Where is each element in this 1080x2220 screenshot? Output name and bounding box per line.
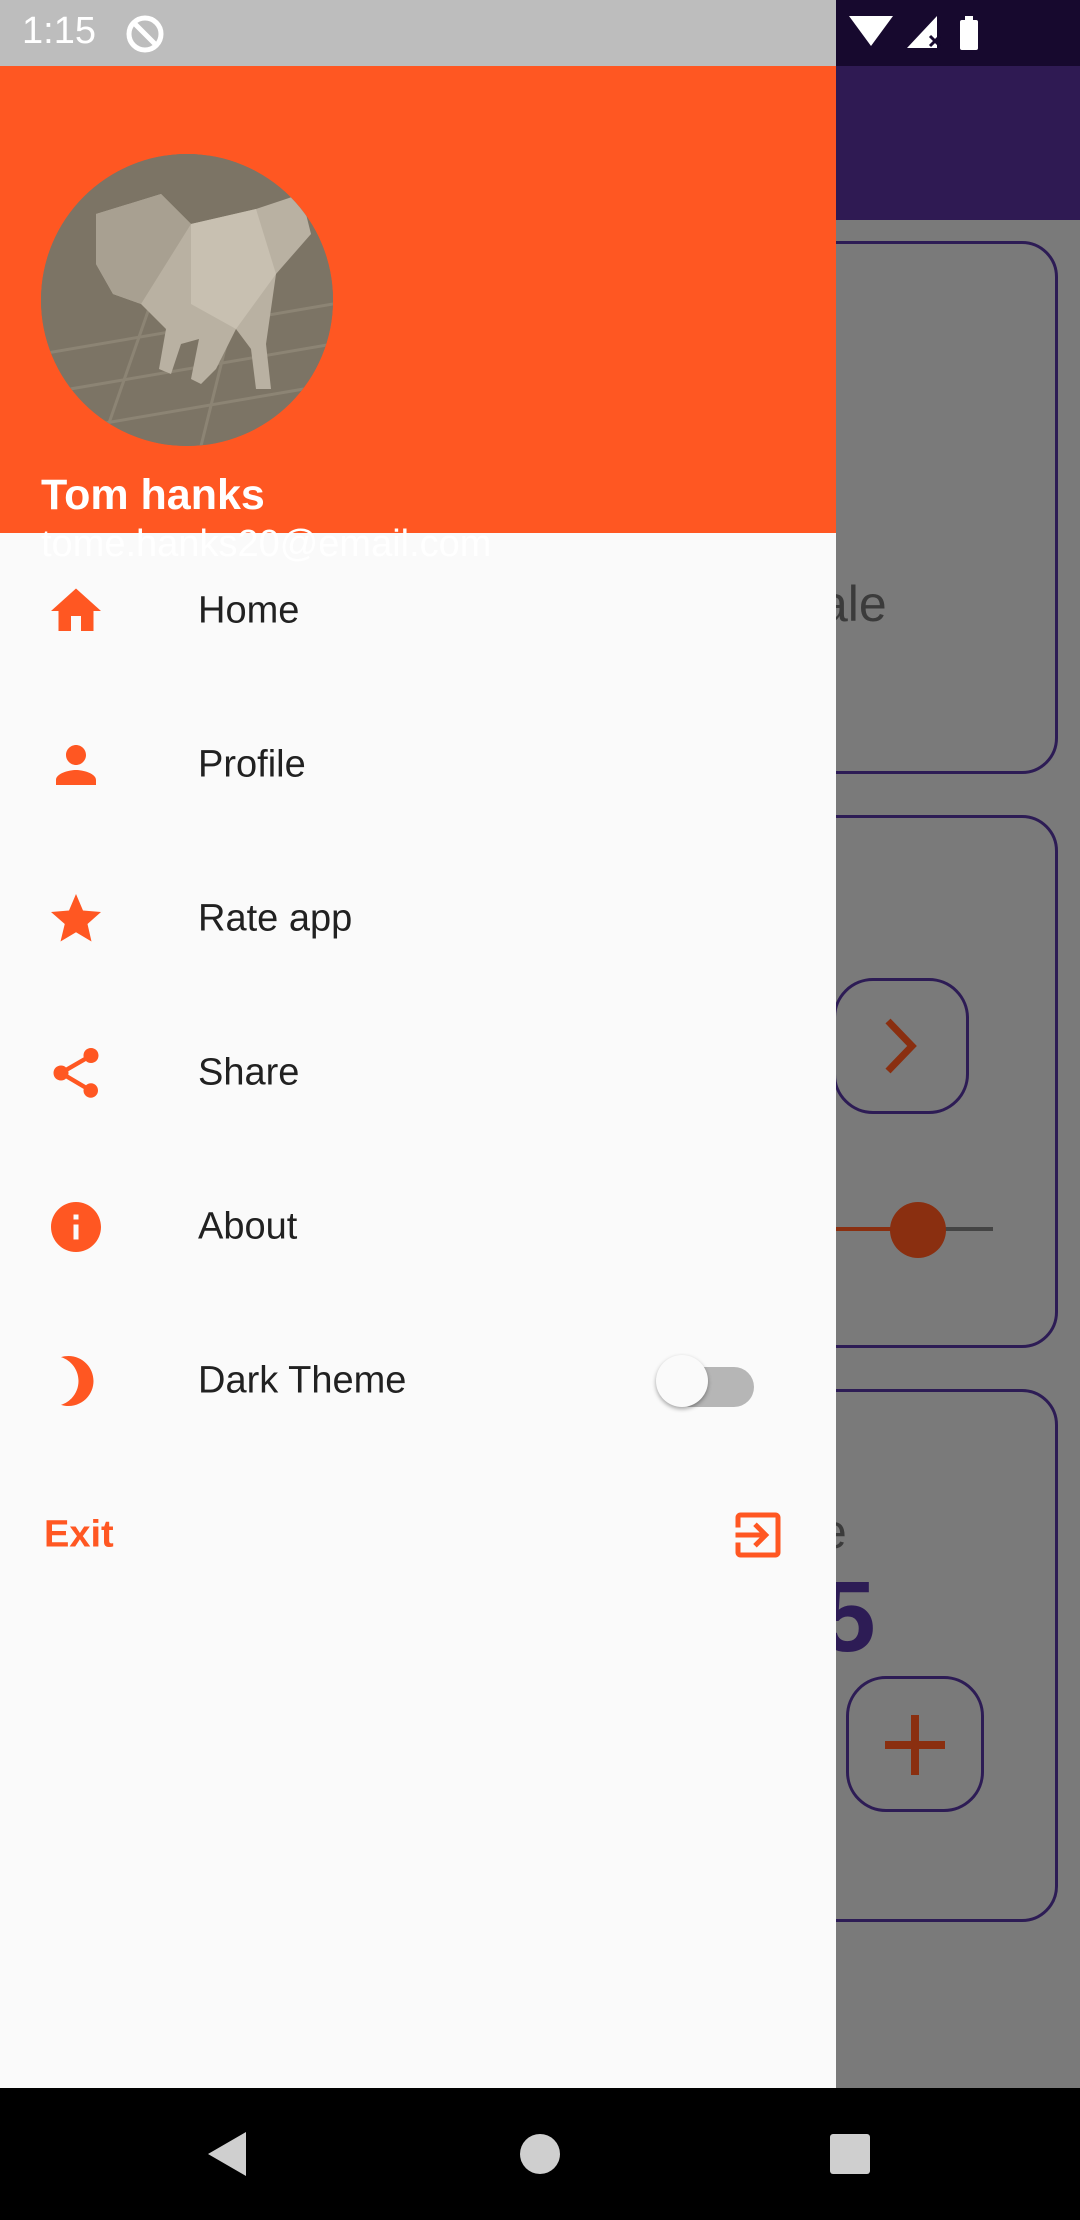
logout-icon[interactable] — [728, 1505, 788, 1565]
status-bar-system-icons — [836, 0, 1080, 66]
menu-item-rate-app[interactable]: Rate app — [0, 842, 836, 996]
menu-item-about[interactable]: About — [0, 1150, 836, 1304]
back-icon[interactable] — [196, 2124, 256, 2184]
status-time: 1:15 — [22, 10, 96, 52]
dog-avatar-image — [41, 154, 333, 446]
menu-item-dark-theme[interactable]: Dark Theme — [0, 1304, 836, 1458]
menu-item-label: About — [198, 1205, 298, 1248]
background-add-button — [846, 1676, 984, 1812]
wifi-icon — [849, 16, 893, 46]
exit-button[interactable]: Exit — [0, 1458, 836, 1612]
menu-item-home[interactable]: Home — [0, 534, 836, 688]
chevron-right-icon — [885, 1018, 917, 1074]
system-navigation-bar — [0, 2088, 1080, 2220]
menu-item-label: Share — [198, 1051, 300, 1094]
dark-theme-toggle[interactable] — [656, 1351, 760, 1411]
home-nav-icon[interactable] — [510, 2124, 570, 2184]
person-icon — [46, 735, 106, 795]
info-icon — [46, 1197, 106, 1257]
share-icon — [46, 1043, 106, 1103]
battery-icon — [960, 16, 978, 50]
menu-item-label: Home — [198, 589, 300, 632]
menu-item-label: Profile — [198, 743, 306, 786]
plus-icon — [885, 1715, 945, 1775]
menu-item-label: Rate app — [198, 897, 353, 940]
user-name: Tom hanks — [41, 471, 265, 519]
toggle-thumb — [656, 1355, 708, 1407]
background-slider-thumb — [890, 1202, 946, 1258]
menu-item-profile[interactable]: Profile — [0, 688, 836, 842]
recents-icon[interactable] — [820, 2124, 880, 2184]
app-notification-icon — [126, 15, 164, 53]
avatar[interactable] — [41, 154, 333, 446]
exit-label: Exit — [44, 1513, 114, 1556]
background-next-button — [833, 978, 969, 1114]
navigation-drawer: 1:15 Tom hanks tome.hanks20@email.com Ho… — [0, 0, 836, 2088]
star-icon — [46, 889, 106, 949]
drawer-header: Tom hanks tome.hanks20@email.com — [0, 66, 836, 565]
menu-item-label: Dark Theme — [198, 1359, 407, 1402]
moon-icon — [46, 1351, 106, 1411]
status-bar: 1:15 — [0, 0, 836, 66]
signal-icon — [907, 16, 942, 48]
menu-item-share[interactable]: Share — [0, 996, 836, 1150]
home-icon — [46, 581, 106, 641]
